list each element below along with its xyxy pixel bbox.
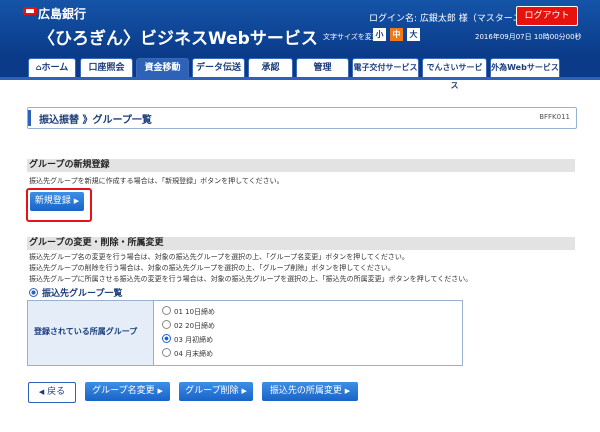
- edit-desc-delete: 振込先グループの削除を行う場合は、対象の振込先グループを選択の上、「グループ削除…: [29, 264, 395, 272]
- change-affiliation-label: 振込先の所属変更: [269, 386, 342, 396]
- back-label: 戻る: [47, 387, 66, 397]
- bank-logo-icon: [23, 7, 37, 15]
- edit-desc-rename: 振込先グループ名の変更を行う場合は、対象の振込先グループを選択の上、「グループ名…: [29, 253, 409, 261]
- breadcrumb: 振込振替 》グループ一覧 BFFK011: [27, 107, 577, 129]
- screen-id: BFFK011: [539, 113, 570, 121]
- page-title: 振込振替 》グループ一覧: [39, 115, 152, 126]
- logout-button[interactable]: ログアウト: [516, 6, 578, 26]
- new-register-label: 新規登録: [34, 196, 71, 206]
- nav-divider: [0, 77, 600, 80]
- nav-approval[interactable]: 承認: [248, 58, 293, 78]
- nav-data-transmission[interactable]: データ伝送: [192, 58, 245, 78]
- arrow-right-icon: ▶: [157, 387, 163, 395]
- group-option-2[interactable]: 02 20日締め: [162, 320, 215, 331]
- change-affiliation-button[interactable]: 振込先の所属変更 ▶: [262, 382, 358, 401]
- group-table-label: 登録されている所属グループ: [34, 327, 138, 336]
- group-option-4[interactable]: 04 月末締め: [162, 348, 213, 359]
- main-nav: ⌂ホーム 口座照会 資金移動 データ伝送 承認 管理 電子交付サービス でんさい…: [0, 58, 600, 90]
- arrow-right-icon: ▶: [241, 387, 247, 395]
- group-table-label-cell: 登録されている所属グループ: [28, 301, 154, 365]
- font-size-large-button[interactable]: 大: [407, 28, 420, 41]
- group-option-label: 02 20日締め: [174, 322, 216, 330]
- nav-home-label: ホーム: [41, 63, 69, 73]
- bank-name: 広島銀行: [38, 7, 87, 21]
- app-header: 広島銀行 〈ひろぎん〉ビジネスWebサービス ログイン名: 広銀太郎 様（マスタ…: [0, 0, 600, 58]
- nav-account-inquiry[interactable]: 口座照会: [80, 58, 133, 78]
- nav-electronic-delivery[interactable]: 電子交付サービス: [352, 58, 419, 78]
- new-register-button[interactable]: 新規登録 ▶: [30, 192, 84, 211]
- group-option-label: 03 月初締め: [174, 336, 214, 344]
- font-size-label: 文字サイズを変更: [323, 33, 379, 41]
- nav-fund-transfer[interactable]: 資金移動: [136, 58, 189, 78]
- group-option-3[interactable]: 03 月初締め: [162, 334, 213, 345]
- group-table: 登録されている所属グループ 01 10日締め 02 20日締め 03 月初締め …: [27, 300, 463, 366]
- arrow-right-icon: ▶: [344, 387, 351, 395]
- group-option-label: 01 10日締め: [174, 308, 216, 316]
- radio-selected-icon[interactable]: [162, 334, 171, 343]
- rename-group-button[interactable]: グループ名変更 ▶: [85, 382, 170, 401]
- back-button[interactable]: ◀ 戻る: [28, 382, 76, 403]
- font-size-small-button[interactable]: 小: [373, 28, 386, 41]
- group-option-1[interactable]: 01 10日締め: [162, 306, 215, 317]
- nav-management[interactable]: 管理: [296, 58, 349, 78]
- new-group-description: 振込先グループを新規に作成する場合は、「新規登録」ボタンを押してください。: [29, 177, 284, 185]
- group-list-heading: 振込先グループ一覧: [29, 286, 122, 299]
- group-option-label: 04 月末締め: [174, 350, 214, 358]
- arrow-right-icon: ▶: [73, 197, 80, 205]
- nav-densai-service[interactable]: でんさいサービス: [422, 58, 487, 90]
- nav-forex-web[interactable]: 外為Webサービス: [490, 58, 560, 78]
- breadcrumb-accent: [28, 110, 31, 126]
- current-datetime: 2016年09月07日 10時00分00秒: [475, 33, 582, 41]
- radio-icon[interactable]: [162, 320, 171, 329]
- edit-desc-change: 振込先グループに所属させる振込先の変更を行う場合は、対象の振込先グループを選択の…: [29, 275, 473, 283]
- service-name: 〈ひろぎん〉ビジネスWebサービス: [38, 29, 318, 49]
- arrow-left-icon: ◀: [38, 388, 45, 396]
- new-group-heading: グループの新規登録: [27, 159, 575, 172]
- radio-icon[interactable]: [162, 306, 171, 315]
- group-list-title: 振込先グループ一覧: [42, 289, 123, 299]
- edit-group-heading: グループの変更・削除・所属変更: [27, 237, 575, 250]
- delete-group-label: グループ削除: [185, 386, 239, 396]
- radio-icon[interactable]: [162, 348, 171, 357]
- font-size-medium-button[interactable]: 中: [390, 28, 403, 41]
- delete-group-button[interactable]: グループ削除 ▶: [179, 382, 253, 401]
- rename-group-label: グループ名変更: [92, 386, 155, 396]
- bullet-icon: [29, 288, 38, 297]
- nav-home[interactable]: ⌂ホーム: [28, 58, 76, 78]
